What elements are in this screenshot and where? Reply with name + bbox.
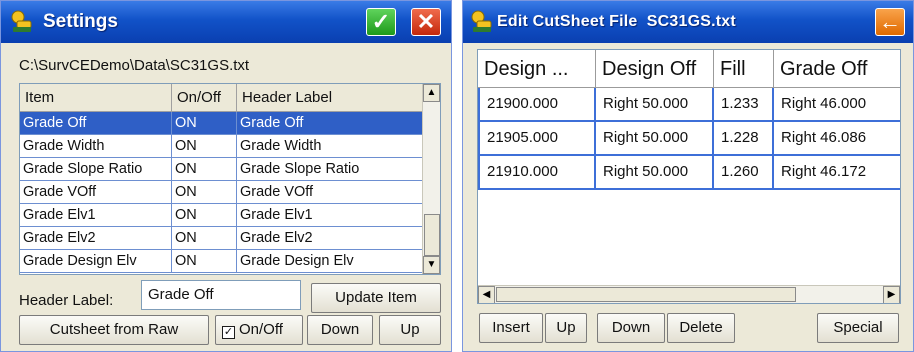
- cutsheet-horizontal-scrollbar[interactable]: ◀ ▶: [478, 285, 900, 303]
- settings-row[interactable]: Grade Elv1 ON Grade Elv1: [20, 204, 423, 227]
- row-item: Grade Off: [20, 112, 172, 135]
- cutsheet-row[interactable]: 21905.000 Right 50.000 1.228 Right 46.086: [478, 122, 900, 156]
- onoff-label: On/Off: [239, 321, 283, 338]
- row-state: ON: [172, 112, 237, 135]
- update-item-button[interactable]: Update Item: [311, 283, 441, 313]
- row-state: ON: [172, 204, 237, 227]
- column-header-onoff[interactable]: On/Off: [172, 84, 237, 112]
- row-fill: 1.228: [714, 122, 774, 156]
- row-label: Grade Elv2: [237, 227, 423, 250]
- scroll-thumb[interactable]: [496, 287, 796, 302]
- row-item: Grade VOff: [20, 181, 172, 204]
- row-fill: 1.260: [714, 156, 774, 190]
- onoff-checkbox[interactable]: ✓: [222, 326, 235, 339]
- delete-button[interactable]: Delete: [667, 313, 735, 343]
- close-button[interactable]: ✕: [411, 8, 441, 36]
- file-path: C:\SurvCEDemo\Data\SC31GS.txt: [19, 57, 250, 74]
- settings-row[interactable]: Grade Design Elv ON Grade Design Elv: [20, 250, 423, 273]
- row-design-off: Right 50.000: [596, 88, 714, 122]
- scroll-right-icon[interactable]: ▶: [883, 286, 900, 303]
- row-item: Grade Elv1: [20, 204, 172, 227]
- row-label: Grade Elv1: [237, 204, 423, 227]
- row-label: Grade Slope Ratio: [237, 158, 423, 181]
- row-grade-off: Right 46.000: [774, 88, 900, 122]
- scroll-down-icon[interactable]: ▼: [423, 256, 440, 274]
- scroll-left-icon[interactable]: ◀: [478, 286, 495, 303]
- settings-row[interactable]: Grade Elv2 ON Grade Elv2: [20, 227, 423, 250]
- down-button[interactable]: Down: [597, 313, 665, 343]
- row-item: Grade Slope Ratio: [20, 158, 172, 181]
- close-icon: ✕: [416, 9, 436, 34]
- cutsheet-row[interactable]: 21910.000 Right 50.000 1.260 Right 46.172: [478, 156, 900, 190]
- settings-title: Settings: [43, 11, 118, 32]
- row-state: ON: [172, 135, 237, 158]
- row-label: Grade VOff: [237, 181, 423, 204]
- cutsheet-from-raw-button[interactable]: Cutsheet from Raw: [19, 315, 209, 345]
- row-state: ON: [172, 227, 237, 250]
- row-design: 21910.000: [478, 156, 596, 190]
- column-header-item[interactable]: Item: [20, 84, 172, 112]
- row-item: Grade Elv2: [20, 227, 172, 250]
- back-button[interactable]: ←: [875, 8, 905, 36]
- row-label: Grade Off: [237, 112, 423, 135]
- row-state: ON: [172, 250, 237, 273]
- column-header-fill[interactable]: Fill: [714, 50, 774, 88]
- row-design: 21905.000: [478, 122, 596, 156]
- settings-row[interactable]: Grade Width ON Grade Width: [20, 135, 423, 158]
- scroll-up-icon[interactable]: ▲: [423, 84, 440, 102]
- up-button[interactable]: Up: [545, 313, 587, 343]
- edit-title-bar: Edit CutSheet File SC31GS.txt ←: [463, 1, 913, 43]
- column-header-design-off[interactable]: Design Off: [596, 50, 714, 88]
- column-header-design[interactable]: Design ...: [478, 50, 596, 88]
- row-design-off: Right 50.000: [596, 122, 714, 156]
- header-label-caption: Header Label:: [19, 292, 114, 309]
- column-header-grade-off[interactable]: Grade Off: [774, 50, 900, 88]
- row-design: 21900.000: [478, 88, 596, 122]
- row-state: ON: [172, 158, 237, 181]
- settings-vertical-scrollbar[interactable]: ▲ ▼: [422, 84, 440, 274]
- check-mark-icon: ✓: [223, 326, 234, 338]
- row-label: Grade Width: [237, 135, 423, 158]
- cutsheet-row[interactable]: 21900.000 Right 50.000 1.233 Right 46.000: [478, 88, 900, 122]
- down-button[interactable]: Down: [307, 315, 373, 345]
- app-icon: [11, 10, 32, 32]
- settings-row[interactable]: Grade VOff ON Grade VOff: [20, 181, 423, 204]
- column-header-label[interactable]: Header Label: [237, 84, 423, 112]
- scroll-thumb[interactable]: [424, 214, 440, 256]
- settings-row[interactable]: Grade Off ON Grade Off: [20, 112, 423, 135]
- row-grade-off: Right 46.086: [774, 122, 900, 156]
- check-icon: ✓: [371, 9, 391, 34]
- ok-button[interactable]: ✓: [366, 8, 396, 36]
- settings-title-bar: Settings ✓ ✕: [1, 1, 451, 43]
- onoff-toggle[interactable]: ✓ On/Off: [215, 315, 303, 345]
- row-fill: 1.233: [714, 88, 774, 122]
- cutsheet-grid[interactable]: Design ... Design Off Fill Grade Off 219…: [477, 49, 901, 304]
- settings-grid[interactable]: Item On/Off Header Label Grade Off ON Grad…: [19, 83, 441, 275]
- special-button[interactable]: Special: [817, 313, 899, 343]
- row-design-off: Right 50.000: [596, 156, 714, 190]
- app-icon: [471, 10, 492, 32]
- row-grade-off: Right 46.172: [774, 156, 900, 190]
- up-button[interactable]: Up: [379, 315, 441, 345]
- edit-cutsheet-window: Edit CutSheet File SC31GS.txt ← Design .…: [462, 0, 914, 352]
- row-state: ON: [172, 181, 237, 204]
- row-item: Grade Design Elv: [20, 250, 172, 273]
- row-item: Grade Width: [20, 135, 172, 158]
- settings-window: Settings ✓ ✕ C:\SurvCEDemo\Data\SC31GS.t…: [0, 0, 452, 352]
- edit-title: Edit CutSheet File SC31GS.txt: [497, 13, 736, 30]
- row-label: Grade Design Elv: [237, 250, 423, 273]
- arrow-left-icon: ←: [879, 9, 901, 34]
- settings-row[interactable]: Grade Slope Ratio ON Grade Slope Ratio: [20, 158, 423, 181]
- header-label-input[interactable]: Grade Off: [141, 280, 301, 310]
- insert-button[interactable]: Insert: [479, 313, 543, 343]
